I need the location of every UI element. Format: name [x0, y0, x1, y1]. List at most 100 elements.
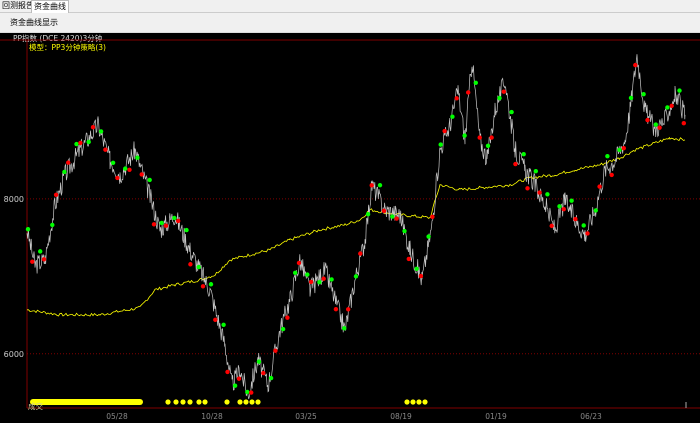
sell-signal-marker [90, 125, 96, 130]
sell-signal-marker [406, 256, 411, 262]
buy-signal-marker [509, 109, 514, 115]
sell-signal-marker [597, 184, 602, 189]
buy-signal-marker [377, 182, 383, 188]
sell-signal-marker [537, 190, 542, 195]
sell-signal-marker [513, 161, 518, 167]
buy-signal-marker [617, 147, 622, 153]
buy-signal-marker [593, 208, 598, 213]
equity-chart: PP指数 (DCE 2420)3分钟 模型：PP3分钟策略(3) 6000 800… [0, 33, 700, 423]
sell-signal-marker [549, 223, 554, 229]
sell-signal-marker [477, 135, 482, 140]
sell-signal-marker [285, 315, 290, 320]
sell-signal-marker [501, 89, 506, 94]
buy-signal-marker [147, 177, 152, 183]
y-tick-label: 6000 [4, 350, 24, 359]
sell-signal-marker [466, 90, 471, 95]
buy-signal-marker [581, 223, 586, 228]
x-tick-label: 03/25 [295, 412, 317, 421]
buy-signal-marker [497, 95, 502, 101]
buy-signal-marker [208, 282, 214, 287]
position-marker [179, 398, 187, 406]
sell-signal-marker [621, 145, 626, 151]
price-line [26, 54, 686, 400]
sell-signal-marker [681, 121, 686, 126]
equity-curve-line [26, 136, 686, 317]
buy-signal-marker [196, 264, 201, 270]
buy-signal-marker [123, 166, 128, 171]
sell-signal-marker [127, 167, 132, 173]
equity-curve-display-button[interactable]: 资金曲线显示 [10, 17, 58, 28]
sell-signal-marker [41, 257, 47, 262]
sell-signal-marker [657, 125, 662, 130]
buy-signal-marker [473, 80, 478, 86]
position-marker [254, 398, 262, 406]
buy-signal-marker [98, 129, 104, 134]
buy-signal-marker [245, 389, 250, 395]
buy-signal-marker [50, 222, 55, 228]
sell-signal-marker [296, 260, 302, 266]
buy-signal-marker [293, 270, 298, 276]
buy-signal-marker [414, 266, 419, 272]
position-marker [421, 398, 429, 406]
sell-signal-marker [188, 262, 193, 267]
volume-label: 成交 [28, 402, 43, 411]
buy-signal-marker [462, 133, 467, 138]
sell-signal-marker [346, 307, 351, 312]
position-marker [195, 398, 203, 406]
sell-signal-marker [585, 231, 590, 236]
sell-signal-marker [489, 135, 494, 140]
sell-signal-marker [609, 172, 614, 178]
buy-signal-marker [110, 160, 116, 165]
toolbar: 资金曲线显示 [0, 13, 700, 33]
sell-signal-marker [561, 206, 566, 212]
sell-signal-marker [200, 284, 206, 289]
sell-signal-marker [151, 222, 157, 227]
sell-signal-marker [78, 140, 83, 146]
position-marker [415, 398, 423, 406]
position-marker [223, 398, 231, 406]
buy-signal-marker [365, 211, 371, 217]
buy-signal-marker [74, 141, 79, 147]
position-marker [236, 398, 244, 406]
sell-signal-marker [333, 306, 339, 312]
buy-signal-marker [353, 274, 359, 279]
position-marker [242, 398, 250, 406]
buy-signal-marker [268, 375, 274, 381]
sell-signal-marker [645, 117, 650, 123]
buy-signal-marker [38, 249, 43, 254]
sell-signal-marker [321, 276, 326, 281]
buy-signal-marker [569, 198, 574, 203]
buy-signal-marker [25, 227, 31, 232]
buy-signal-marker [450, 114, 455, 119]
position-marker [201, 398, 209, 406]
buy-signal-marker [172, 215, 177, 221]
position-marker [186, 398, 194, 406]
sell-signal-marker [430, 214, 435, 219]
buy-signal-marker [641, 91, 646, 97]
x-tick-label: 01/19 [485, 412, 507, 421]
sell-signal-marker [381, 208, 387, 214]
sell-signal-marker [273, 348, 278, 353]
buy-signal-marker [438, 142, 443, 147]
sell-signal-marker [139, 172, 144, 177]
sell-signal-marker [115, 175, 120, 181]
sell-signal-marker [176, 218, 181, 224]
position-marker [248, 398, 256, 406]
buy-signal-marker [545, 192, 550, 197]
buy-signal-marker [665, 105, 670, 110]
buy-signal-marker [256, 359, 262, 364]
buy-signal-marker [62, 169, 67, 175]
sell-signal-marker [369, 183, 374, 188]
buy-signal-marker [135, 155, 140, 160]
tab-equity-curve[interactable]: 资金曲线 [31, 0, 69, 13]
sell-signal-marker [454, 96, 459, 101]
buy-signal-marker [653, 122, 658, 127]
buy-signal-marker [159, 220, 164, 226]
buy-signal-marker [402, 228, 407, 234]
sell-signal-marker [225, 369, 230, 375]
buy-signal-marker [317, 280, 322, 285]
buy-signal-marker [628, 95, 634, 101]
buy-signal-marker [305, 272, 310, 277]
position-marker [409, 398, 417, 406]
sell-signal-marker [236, 376, 242, 381]
